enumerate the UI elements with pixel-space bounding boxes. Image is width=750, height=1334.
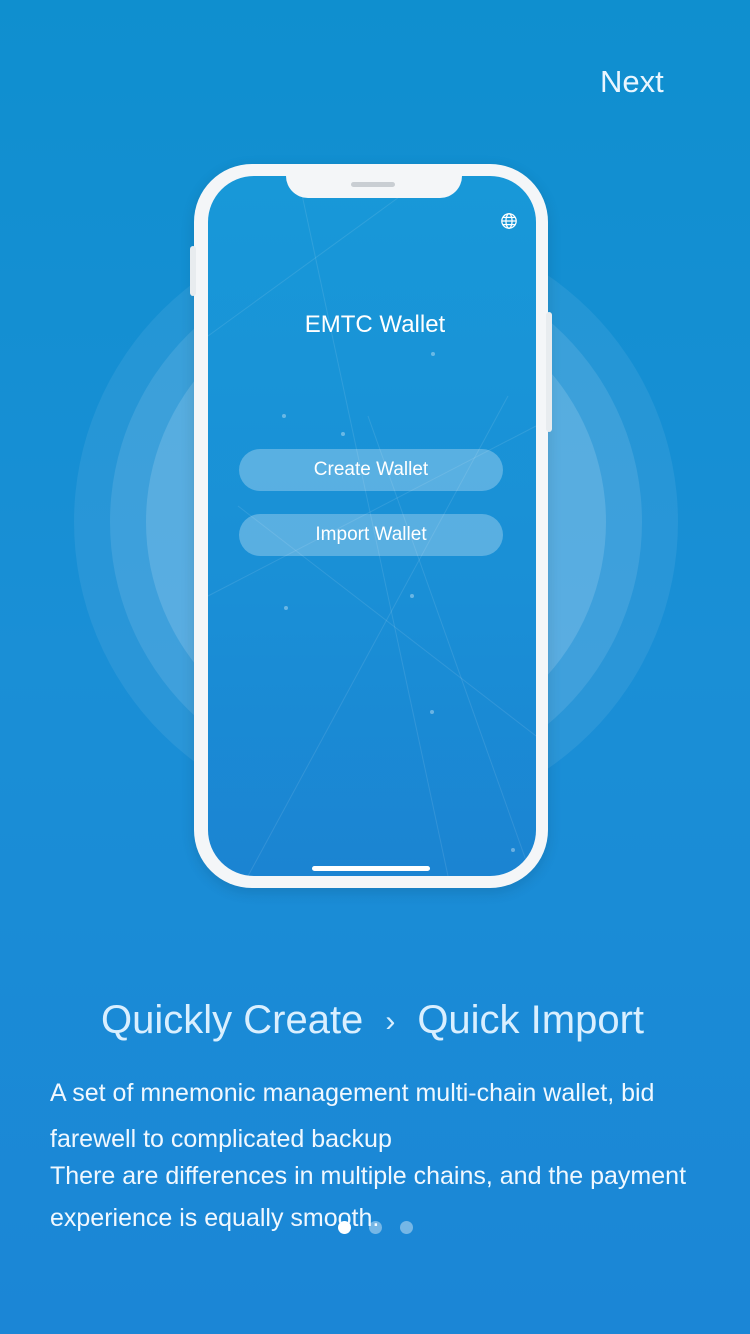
phone-speaker	[351, 182, 395, 187]
phone-side-button-right	[546, 312, 552, 432]
phone-side-button-left	[190, 246, 196, 296]
headline-separator: ›	[385, 1005, 396, 1039]
description-line-1: A set of mnemonic management multi-chain…	[50, 1079, 655, 1153]
home-indicator	[312, 866, 430, 871]
create-wallet-button: Create Wallet	[239, 449, 503, 491]
import-wallet-button: Import Wallet	[239, 514, 503, 556]
next-button[interactable]: Next	[600, 64, 664, 100]
page-dot-2[interactable]	[369, 1221, 382, 1234]
description-line-2: There are differences in multiple chains…	[50, 1162, 687, 1232]
globe-icon	[501, 213, 517, 229]
page-dot-3[interactable]	[400, 1221, 413, 1234]
headline-left: Quickly Create	[101, 998, 364, 1042]
headline: Quickly Create › Quick Import	[101, 998, 644, 1043]
headline-right: Quick Import	[417, 998, 645, 1042]
app-title: EMTC Wallet	[304, 311, 446, 338]
page-dot-1[interactable]	[338, 1221, 351, 1234]
